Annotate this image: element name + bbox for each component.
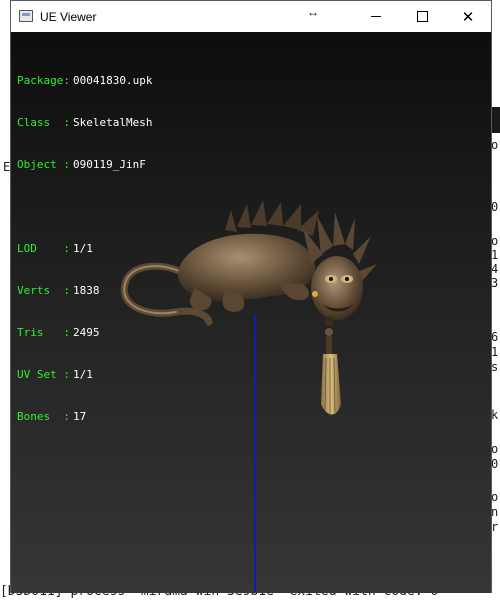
info-label: LOD : <box>17 242 70 255</box>
info-row-lod: LOD :1/1 <box>17 242 152 256</box>
info-value: 2495 <box>73 326 100 339</box>
info-label: UV Set : <box>17 368 70 381</box>
console-fragment: k <box>491 408 499 422</box>
info-value: 1838 <box>73 284 100 297</box>
info-label: Verts : <box>17 284 70 297</box>
minimize-button[interactable] <box>353 1 399 32</box>
info-label: Tris : <box>17 326 70 339</box>
info-value: 090119_JinF <box>73 158 146 171</box>
minimize-icon <box>371 16 381 17</box>
info-row-bones: Bones :17 <box>17 410 152 424</box>
mesh-info-overlay: Package: 00041830.upk Class : SkeletalMesh… <box>17 46 152 452</box>
console-fragment: 6 <box>491 330 499 344</box>
console-fragment: 3 <box>491 276 499 290</box>
info-value: 00041830.upk <box>73 74 153 87</box>
window-title: UE Viewer <box>40 10 97 24</box>
console-fragment: n <box>491 505 499 519</box>
console-fragment: o <box>491 138 499 152</box>
info-value: 17 <box>73 410 87 423</box>
info-row-verts: Verts :1838 <box>17 284 152 298</box>
console-fragment: 4 <box>491 262 499 276</box>
maximize-button[interactable] <box>399 1 445 32</box>
console-fragment: 0 <box>491 457 499 471</box>
info-value: 1/1 <box>73 242 93 255</box>
info-value: SkeletalMesh <box>73 116 153 129</box>
console-header-bar <box>491 107 500 133</box>
close-button[interactable]: ✕ <box>445 1 491 32</box>
3d-viewport[interactable]: Package: 00041830.upk Class : SkeletalMesh… <box>11 32 491 593</box>
console-fragment: 0 <box>491 200 499 214</box>
info-row-object: Object :090119_JinF <box>17 158 152 172</box>
console-fragment: o <box>491 234 499 248</box>
title-bar[interactable]: UE Viewer ↔ ✕ <box>11 1 491 32</box>
info-label: Bones : <box>17 410 70 423</box>
info-label: Package: <box>17 74 70 87</box>
console-fragment: r <box>491 520 499 534</box>
console-fragment: o <box>491 490 499 504</box>
app-icon <box>19 10 33 22</box>
console-fragment: 1 <box>491 248 499 262</box>
console-fragment: s <box>491 360 499 374</box>
maximize-icon <box>416 11 428 22</box>
info-label: Object : <box>17 158 70 171</box>
close-icon: ✕ <box>461 8 475 26</box>
info-label: Class : <box>17 116 70 129</box>
resize-cursor-icon: ↔ <box>307 5 319 19</box>
info-row-tris: Tris :2495 <box>17 326 152 340</box>
info-value: 1/1 <box>73 368 93 381</box>
ue-viewer-window: UE Viewer ↔ ✕ Package: 00041830.upk Clas… <box>10 0 492 593</box>
console-fragment: 1 <box>491 345 499 359</box>
info-row-package: Package: 00041830.upk <box>17 74 152 88</box>
info-row-uvset: UV Set :1/1 <box>17 368 152 382</box>
info-row-class: Class : SkeletalMesh <box>17 116 152 130</box>
console-fragment: o <box>491 442 499 456</box>
